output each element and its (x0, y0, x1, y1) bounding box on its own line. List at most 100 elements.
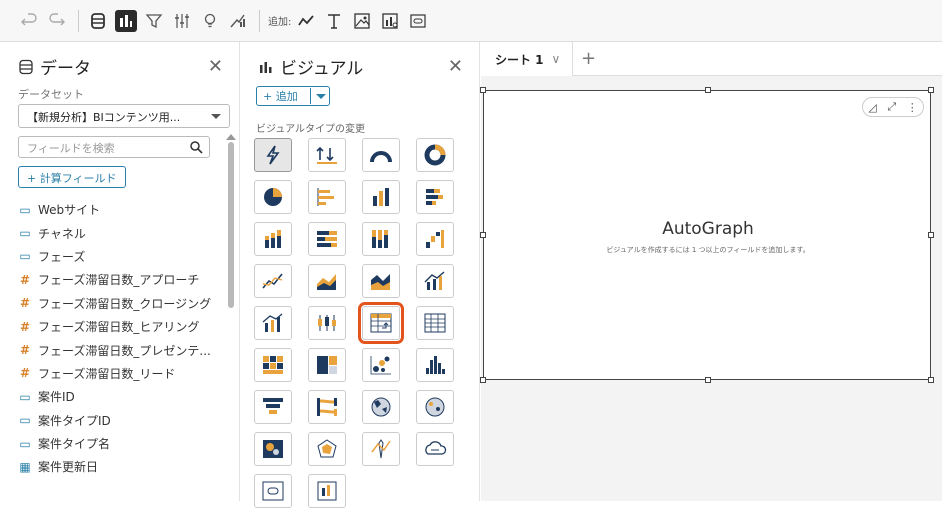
visual-type-funnel[interactable] (254, 390, 292, 424)
visual-type-horizontal-bar[interactable] (308, 180, 346, 214)
brush-chart-icon[interactable]: ◿ (868, 101, 876, 114)
field-item[interactable]: ▭ フェーズ (18, 245, 224, 268)
field-item[interactable]: # フェーズ滞留日数_ヒアリング (18, 315, 224, 338)
field-item[interactable]: ▭ 案件ID (18, 385, 224, 408)
field-search-input[interactable]: フィールドを検索 (18, 136, 210, 158)
visual-insight-icon[interactable] (379, 10, 401, 32)
bar-chart-icon[interactable] (115, 9, 137, 32)
visual-type-line[interactable] (254, 264, 292, 298)
visual-type-pivot-table[interactable] (416, 306, 454, 340)
field-item[interactable]: # フェーズ滞留日数_リード (18, 362, 224, 385)
visual-type-area[interactable] (308, 264, 346, 298)
chevron-down-icon (211, 114, 221, 119)
field-label: フェーズ滞留日数_ヒアリング (38, 320, 200, 335)
visual-type-gauge[interactable] (362, 138, 400, 172)
visual-type-percent-horizontal-bar[interactable] (308, 222, 346, 256)
lightbulb-icon[interactable] (199, 10, 221, 32)
field-item[interactable]: ▦ 案件更新日 (18, 455, 224, 478)
visual-type-stacked-vertical-bar[interactable] (254, 222, 292, 256)
visual-type-tree-map[interactable] (308, 348, 346, 382)
area-icon (317, 274, 336, 290)
visual-type-geo-heatmap[interactable] (254, 432, 292, 466)
resize-handle[interactable] (480, 87, 486, 93)
field-label: 案件更新日 (38, 460, 99, 475)
field-item[interactable]: # フェーズ滞留日数_クロージング (18, 292, 224, 315)
field-item[interactable]: ▭ 案件タイプ名 (18, 432, 224, 455)
redo-icon[interactable] (46, 10, 68, 32)
visual-type-insight[interactable] (362, 432, 400, 466)
resize-handle[interactable] (480, 377, 486, 383)
visual-type-autograph[interactable] (254, 138, 292, 172)
scrollbar-thumb[interactable] (228, 142, 234, 308)
chevron-down-icon[interactable]: ∨ (552, 52, 561, 66)
close-icon[interactable]: ✕ (208, 56, 223, 77)
visual-type-word-cloud[interactable] (416, 432, 454, 466)
filter-icon[interactable] (143, 10, 165, 32)
resize-handle[interactable] (705, 87, 711, 93)
sheet-tab[interactable]: シート 1 ∨ (481, 42, 573, 76)
dataset-select[interactable]: 【新規分析】BIコンテンツ用... (18, 104, 230, 128)
data-panel-header: データ (18, 54, 91, 79)
visual-type-kpi[interactable] (308, 138, 346, 172)
field-item[interactable]: ▭ 案件タイプID (18, 409, 224, 432)
brush-chart-icon[interactable] (227, 10, 249, 32)
expand-icon[interactable]: ⤢ (887, 100, 896, 114)
visual-type-stacked-area[interactable] (362, 264, 400, 298)
visual-type-donut[interactable] (416, 138, 454, 172)
chevron-down-icon[interactable] (316, 93, 326, 99)
visual-type-points-map[interactable] (416, 390, 454, 424)
toolbar-divider (78, 9, 79, 32)
visual-type-embed[interactable] (308, 474, 346, 508)
more-options-icon[interactable]: ⋮ (907, 101, 918, 114)
visual-type-filled-map[interactable] (362, 390, 400, 424)
visual-type-scatter[interactable] (362, 348, 400, 382)
stacked-horizontal-bar-icon (426, 189, 443, 205)
percent-horizontal-bar-icon (317, 231, 337, 247)
visual-panel-title: ビジュアル (280, 59, 364, 79)
close-icon[interactable]: ✕ (448, 56, 463, 77)
database-icon[interactable] (87, 10, 109, 32)
sliders-icon[interactable] (171, 10, 193, 32)
kpi-icon (316, 146, 337, 164)
add-sheet-icon[interactable]: + (581, 48, 596, 69)
visual-type-histogram[interactable] (416, 348, 454, 382)
field-list: ▭ Webサイト ▭ チャネル ▭ フェーズ # フェーズ滞留日数_アプローチ # フェーズ滞留日… (18, 198, 224, 479)
undo-icon[interactable] (18, 10, 40, 32)
resize-handle[interactable] (705, 377, 711, 383)
word-cloud-icon (425, 441, 447, 455)
visual-type-sankey[interactable] (308, 390, 346, 424)
add-calculated-field-button[interactable]: + 計算フィールド (18, 166, 126, 188)
visual-type-table[interactable] (358, 302, 404, 344)
visual-toolbar: ◿ ⤢ ⋮ (862, 97, 924, 117)
visual-panel: ビジュアル ✕ + 追加 ビジュアルタイプの変更 (240, 42, 480, 508)
visual-type-stacked-horizontal-bar[interactable] (416, 180, 454, 214)
visual-type-box-plot[interactable] (308, 306, 346, 340)
sankey-icon (317, 398, 337, 416)
radar-icon (317, 439, 337, 458)
resize-handle[interactable] (928, 377, 934, 383)
visual-type-pie[interactable] (254, 180, 292, 214)
visual-type-combo-line[interactable] (416, 264, 454, 298)
field-item[interactable]: # フェーズ滞留日数_プレゼンテ... (18, 338, 224, 361)
add-visual-button[interactable]: + 追加 (256, 86, 330, 106)
visual-container[interactable]: ◿ ⤢ ⋮ AutoGraph ビジュアルを作成するには 1 つ以上のフィールド… (480, 87, 934, 383)
field-item[interactable]: ▭ Webサイト (18, 198, 224, 221)
visual-type-heatmap[interactable] (254, 348, 292, 382)
visual-type-percent-vertical-bar[interactable] (362, 222, 400, 256)
visual-type-combo-bar[interactable] (254, 306, 292, 340)
field-item[interactable]: # フェーズ滞留日数_アプローチ (18, 268, 224, 291)
line-chart-icon[interactable] (295, 10, 317, 32)
field-item[interactable]: ▭ チャネル (18, 221, 224, 244)
visual-type-radar[interactable] (308, 432, 346, 466)
dimension-icon: ▭ (19, 389, 31, 404)
scroll-up-arrow[interactable] (226, 134, 236, 140)
visual-type-vertical-bar[interactable] (362, 180, 400, 214)
embed-icon[interactable] (407, 10, 429, 32)
visual-type-waterfall[interactable] (416, 222, 454, 256)
field-label: Webサイト (38, 203, 101, 218)
add-label: 追加: (268, 17, 292, 28)
text-icon[interactable] (323, 10, 345, 32)
image-icon[interactable] (351, 10, 373, 32)
visual-type-custom-content[interactable] (254, 474, 292, 508)
resize-handle[interactable] (928, 87, 934, 93)
